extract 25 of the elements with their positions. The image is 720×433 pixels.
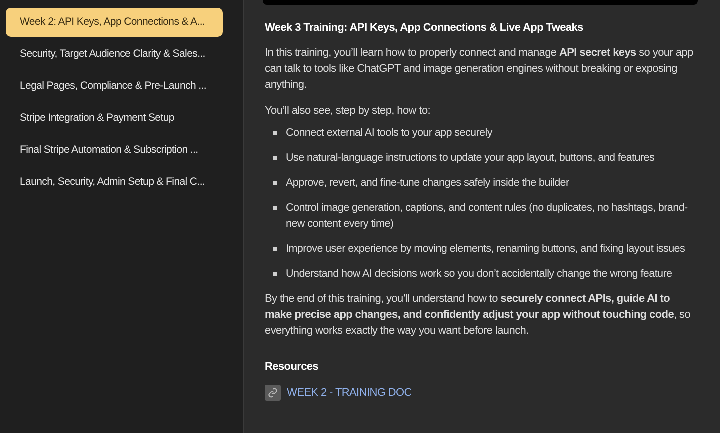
bullet-text: Connect external AI tools to your app securely (286, 126, 492, 141)
sidebar-item[interactable]: Security, Target Audience Clarity & Sales... (6, 40, 223, 69)
bullet-text: Use natural-language instructions to update your app layout, buttons, and features (286, 151, 655, 166)
bullet-icon (273, 206, 277, 210)
bullet-text: Control image generation, captions, and content rules (no duplicates, no hashtags, brand-new content every time) (286, 201, 689, 232)
bullet-icon (273, 131, 277, 135)
bullet-icon (273, 247, 277, 251)
sidebar-item[interactable]: Launch, Security, Admin Setup & Final C... (6, 168, 223, 197)
link-icon (265, 384, 281, 401)
sidebar-item[interactable]: Final Stripe Automation & Subscription ... (6, 136, 223, 165)
intro-paragraph: In this training, you’ll learn how to properly connect and manage API secret keys so your app can talk to tools like ChatGPT and image generation engines without breaking or exposing anything. (265, 46, 694, 93)
bullet-icon (273, 272, 277, 276)
bullet-text: Understand how AI decisions work so you don’t accidentally change the wrong feature (286, 267, 672, 282)
bullet-text: Approve, revert, and fine-tune changes safely inside the builder (286, 176, 570, 191)
bullet-icon (273, 181, 277, 185)
bullet-icon (273, 156, 277, 160)
sidebar-item[interactable]: Stripe Integration & Payment Setup (6, 104, 223, 133)
lesson-title: Week 3 Training: API Keys, App Connections & Live App Tweaks (265, 21, 584, 36)
outro-paragraph: By the end of this training, you’ll understand how to securely connect APIs, guide AI to make precise app changes, and confidently adjust your app without touching code, so everything works exactly the way you want before launch. (265, 292, 692, 339)
sidebar-item[interactable]: Week 2: API Keys, App Connections & A... (6, 8, 223, 37)
bullet-text: Improve user experience by moving elements, renaming buttons, and fixing layout issues (286, 242, 686, 257)
sidebar-item[interactable]: Legal Pages, Compliance & Pre-Launch ... (6, 72, 223, 101)
resource-link[interactable]: WEEK 2 - TRAINING DOC (287, 384, 412, 401)
resources-heading: Resources (265, 360, 320, 375)
lead-text: You’ll also see, step by step, how to: (265, 104, 432, 119)
